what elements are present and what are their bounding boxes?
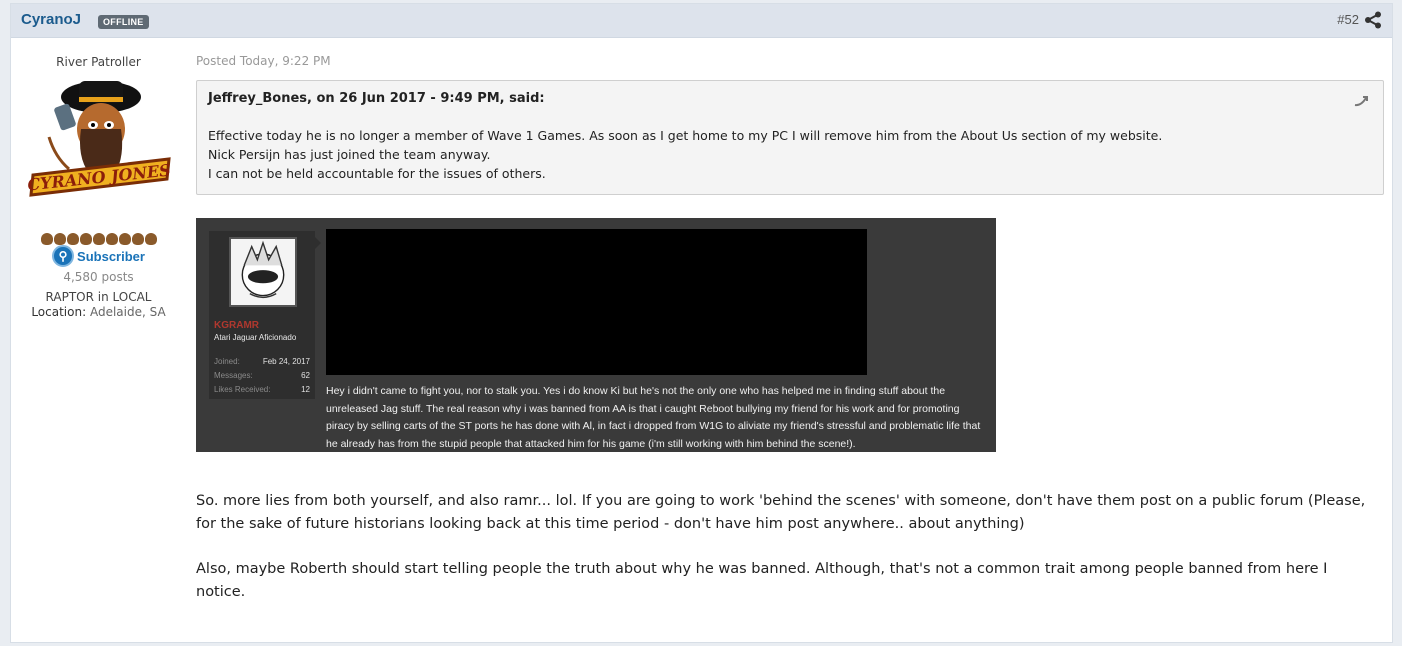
location-label: Location: (31, 305, 87, 319)
quote-line: I can not be held accountable for the is… (208, 166, 546, 181)
quote-line: Nick Persijn has just joined the team an… (208, 147, 491, 162)
member-title: River Patroller (56, 55, 141, 69)
rank-pips (11, 233, 186, 245)
location-value: Adelaide, SA (89, 305, 166, 319)
post-count: 4,580 posts (63, 270, 134, 284)
post-number-link[interactable]: #52 (1337, 12, 1359, 27)
quote-arrow-icon[interactable] (1353, 95, 1369, 107)
embed-message: Hey i didn't came to fight you, nor to s… (326, 385, 981, 450)
subscriber-badge: ⚲ Subscriber (52, 245, 145, 267)
custom-field-value: RAPTOR in LOCAL (45, 290, 152, 304)
posted-timestamp: Posted Today, 9:22 PM (196, 54, 331, 68)
embed-pointer (315, 237, 321, 249)
author-sidebar: River Patroller CYRANO JONES ⚲ Subscribe… (11, 39, 186, 320)
forum-post: CyranoJ OFFLINE #52 River Patroller CYRA… (10, 3, 1393, 643)
status-badge: OFFLINE (98, 15, 149, 29)
post-paragraph: So. more lies from both yourself, and al… (196, 493, 1366, 532)
quote-line: Effective today he is no longer a member… (208, 128, 1163, 143)
post-header: CyranoJ OFFLINE #52 (11, 4, 1392, 38)
subscriber-icon: ⚲ (52, 245, 75, 267)
embed-avatar (229, 237, 297, 307)
embed-username: KGRAMR (214, 320, 259, 331)
author-name-link[interactable]: CyranoJ (21, 11, 81, 28)
quote-block: Jeffrey_Bones, on 26 Jun 2017 - 9:49 PM,… (196, 80, 1384, 195)
quote-body: Effective today he is no longer a member… (208, 126, 1372, 183)
post-body: So. more lies from both yourself, and al… (196, 490, 1376, 604)
custom-field: RAPTOR in LOCAL Location: Adelaide, SA (11, 290, 186, 320)
embed-redacted-area (326, 229, 867, 375)
subscriber-label: Subscriber (77, 248, 145, 264)
location: Location: Adelaide, SA (11, 305, 186, 320)
embed-stat-row: Joined: Feb 24, 2017 (214, 357, 310, 366)
quote-citation: Jeffrey_Bones, on 26 Jun 2017 - 9:49 PM,… (208, 91, 545, 106)
embed-userbox: KGRAMR Atari Jaguar Aficionado Joined: Fe… (209, 231, 315, 399)
embedded-screenshot[interactable]: KGRAMR Atari Jaguar Aficionado Joined: Fe… (196, 218, 996, 452)
post-paragraph: Also, maybe Roberth should start telling… (196, 561, 1328, 600)
share-icon[interactable] (1364, 11, 1382, 29)
post-content: Posted Today, 9:22 PM Jeffrey_Bones, on … (196, 39, 1384, 604)
author-avatar[interactable]: CYRANO JONES (19, 77, 179, 207)
embed-stat-row: Messages: 62 (214, 371, 310, 380)
embed-stats: Joined: Feb 24, 2017 Messages: 62 Likes Re… (214, 355, 310, 397)
embed-user-title: Atari Jaguar Aficionado (214, 333, 297, 342)
embed-stat-row: Likes Received: 12 (214, 385, 310, 394)
